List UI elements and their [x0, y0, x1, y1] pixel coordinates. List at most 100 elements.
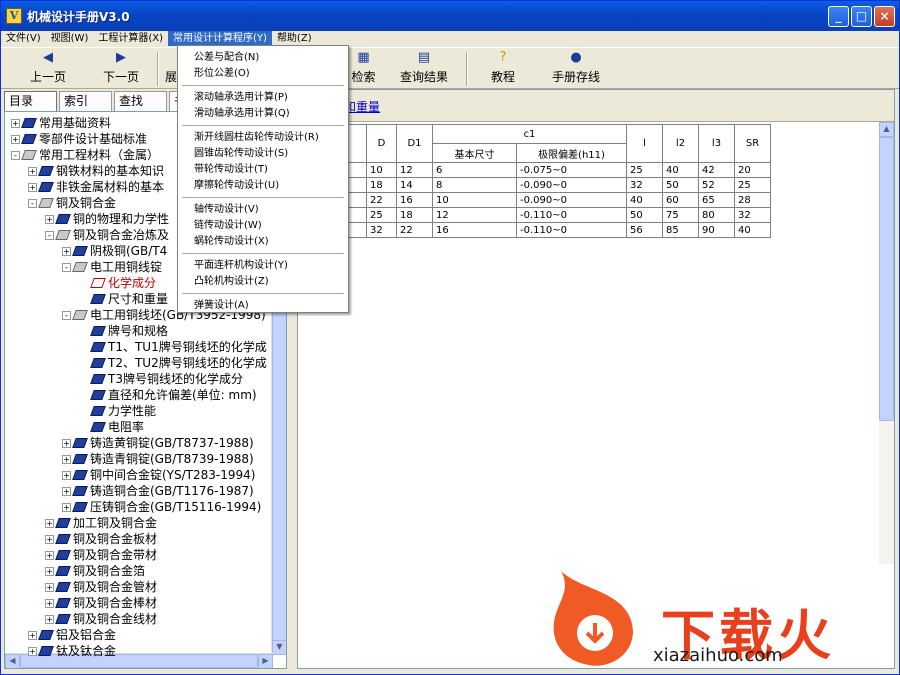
minimize-button[interactable]: _ — [828, 6, 849, 27]
menu-item[interactable]: 公差与配合(N) — [194, 50, 259, 66]
menu-item[interactable]: 滚动轴承选用计算(P) — [194, 90, 288, 106]
expand-icon[interactable]: + — [62, 486, 71, 496]
expand-icon[interactable]: + — [11, 118, 20, 128]
tree-item[interactable]: + 铝及铝合金 — [28, 627, 116, 643]
content-title[interactable]: 和重量 — [344, 98, 380, 115]
menu-file[interactable]: 文件(V) — [1, 31, 46, 46]
expand-icon[interactable]: + — [45, 518, 54, 528]
tree-item[interactable]: + 钢铁材料的基本知识 — [28, 163, 164, 179]
tree-item[interactable]: + 铜及铜合金箔 — [45, 563, 145, 579]
tree-item[interactable]: 化学成分 — [79, 275, 156, 291]
tree-item[interactable]: 牌号和规格 — [79, 323, 168, 339]
tree-item[interactable]: T1、TU1牌号铜线坯的化学成 — [79, 339, 267, 355]
tree-item[interactable]: 尺寸和重量 — [79, 291, 168, 307]
expand-icon[interactable]: + — [62, 438, 71, 448]
tree-item[interactable]: + 铜及铜合金棒材 — [45, 595, 157, 611]
collapse-icon[interactable]: - — [62, 310, 71, 320]
menu-item[interactable]: 蜗轮传动设计(X) — [194, 234, 269, 250]
tree-item[interactable]: + 加工铜及铜合金 — [45, 515, 157, 531]
tree-item[interactable]: + 铜的物理和力学性 — [45, 211, 169, 227]
expand-icon[interactable]: + — [45, 582, 54, 592]
tree-item[interactable]: 直径和允许偏差(单位: mm) — [79, 387, 257, 403]
expand-icon[interactable]: + — [62, 454, 71, 464]
tutorial-button[interactable]: ? 教程 — [487, 50, 519, 88]
handbook-button[interactable]: ● 手册存线 — [547, 50, 605, 88]
tree-item[interactable]: 电阻率 — [79, 419, 144, 435]
menu-item[interactable]: 摩擦轮传动设计(U) — [194, 178, 279, 194]
scroll-right-button[interactable]: ▶ — [258, 654, 273, 668]
tree-item[interactable]: T3牌号铜线坯的化学成分 — [79, 371, 243, 387]
tree-item[interactable]: + 铜中间合金锭(YS/T283-1994) — [62, 467, 255, 483]
content-scroll-thumb[interactable] — [879, 137, 894, 421]
expand-icon[interactable]: + — [62, 246, 71, 256]
menu-design-programs[interactable]: 常用设计计算程序(Y) — [168, 31, 272, 46]
tree-item-label: 化学成分 — [108, 276, 157, 290]
expand-icon[interactable]: + — [11, 134, 20, 144]
menu-item[interactable]: 滑动轴承选用计算(Q) — [194, 106, 290, 122]
scroll-down-button[interactable]: ▼ — [272, 640, 286, 655]
menu-item[interactable]: 链传动设计(W) — [194, 218, 262, 234]
prev-page-button[interactable]: ◀ 上一页 — [23, 50, 73, 88]
tree-item[interactable]: + 铜及铜合金线材 — [45, 611, 157, 627]
tree-item[interactable]: 力学性能 — [79, 403, 156, 419]
collapse-icon[interactable]: - — [45, 230, 54, 240]
menu-item[interactable]: 圆锥齿轮传动设计(S) — [194, 146, 288, 162]
expand-icon[interactable]: + — [45, 566, 54, 576]
menu-help[interactable]: 帮助(Z) — [272, 31, 317, 46]
tree-item[interactable]: - 铜及铜合金冶炼及 — [45, 227, 169, 243]
expand-icon[interactable]: + — [45, 598, 54, 608]
tree-item[interactable]: + 钛及钛合金 — [28, 643, 116, 659]
menu-item[interactable]: 凸轮机构设计(Z) — [194, 274, 269, 290]
tree-item[interactable]: - 铜及铜合金 — [28, 195, 116, 211]
tree-item[interactable]: - 常用工程材料（金属） — [11, 147, 159, 163]
expand-icon[interactable]: + — [62, 470, 71, 480]
expand-icon[interactable]: + — [45, 550, 54, 560]
tree-item[interactable]: + 非铁金属材料的基本 — [28, 179, 164, 195]
expand-icon[interactable]: + — [28, 646, 37, 656]
table-cell: 40 — [626, 192, 663, 208]
menu-view[interactable]: 视图(W) — [46, 31, 94, 46]
tree-item[interactable]: T2、TU2牌号铜线坯的化学成 — [79, 355, 267, 371]
close-button[interactable]: × — [874, 6, 895, 27]
tree-item[interactable]: - 电工用铜线锭 — [62, 259, 162, 275]
expand-icon[interactable]: + — [45, 534, 54, 544]
tree-item[interactable]: + 压铸铜合金(GB/T15116-1994) — [62, 499, 261, 515]
collapse-icon[interactable]: - — [28, 198, 37, 208]
title-bar[interactable]: V 机械设计手册V3.0 _ □ × — [1, 1, 899, 31]
menu-item[interactable]: 形位公差(O) — [194, 66, 250, 82]
collapse-icon[interactable]: - — [62, 262, 71, 272]
menu-item[interactable]: 弹簧设计(A) — [194, 298, 249, 314]
tree-item[interactable]: + 铜及铜合金管材 — [45, 579, 157, 595]
maximize-button[interactable]: □ — [851, 6, 872, 27]
tree-item[interactable]: + 铜及铜合金板材 — [45, 531, 157, 547]
tab-find[interactable]: 查找 — [114, 91, 167, 111]
tree-item[interactable]: + 阴极铜(GB/T4 — [62, 243, 167, 259]
menu-item[interactable]: 轴传动设计(V) — [194, 202, 259, 218]
tree-item[interactable]: + 铜及铜合金带材 — [45, 547, 157, 563]
tab-index[interactable]: 索引 — [59, 91, 112, 111]
collapse-icon[interactable]: - — [11, 150, 20, 160]
search-button[interactable]: ▦ 检索 — [346, 50, 381, 88]
content-scroll-up-button[interactable]: ▲ — [879, 122, 894, 137]
tree-item[interactable]: + 零部件设计基础标准 — [11, 131, 147, 147]
results-button[interactable]: ▤ 查询结果 — [395, 50, 453, 88]
menu-item[interactable]: 带轮传动设计(T) — [194, 162, 268, 178]
expand-icon[interactable]: + — [28, 166, 37, 176]
tree-item[interactable]: + 铸造青铜锭(GB/T8739-1988) — [62, 451, 254, 467]
tree-item[interactable]: + 铸造黄铜锭(GB/T8737-1988) — [62, 435, 254, 451]
tree-item[interactable]: + 常用基础资料 — [11, 115, 111, 131]
content-vertical-scrollbar[interactable]: ▲ — [879, 122, 894, 564]
expand-icon[interactable]: + — [28, 182, 37, 192]
expand-icon[interactable]: + — [62, 502, 71, 512]
expand-button[interactable]: 展 — [164, 50, 178, 88]
menu-item[interactable]: 平面连杆机构设计(Y) — [194, 258, 288, 274]
expand-icon[interactable]: + — [28, 630, 37, 640]
tree-item[interactable]: + 铸造铜合金(GB/T1176-1987) — [62, 483, 254, 499]
scroll-left-button[interactable]: ◀ — [5, 654, 20, 668]
menu-calculator[interactable]: 工程计算器(X) — [93, 31, 168, 46]
expand-icon[interactable]: + — [45, 214, 54, 224]
menu-item[interactable]: 渐开线圆柱齿轮传动设计(R) — [194, 130, 319, 146]
next-page-button[interactable]: ▶ 下一页 — [96, 50, 146, 88]
expand-icon[interactable]: + — [45, 614, 54, 624]
tab-contents[interactable]: 目录 — [4, 91, 57, 112]
